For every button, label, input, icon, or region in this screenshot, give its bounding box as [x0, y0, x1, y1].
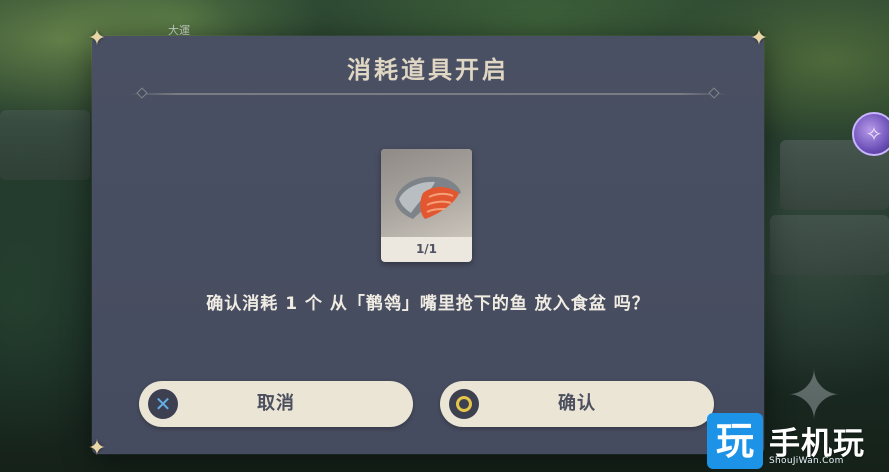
purple-orb-icon[interactable]: ✧	[852, 112, 889, 156]
item-card[interactable]: 1/1	[381, 149, 472, 262]
corner-ornament-icon: ✦	[87, 436, 107, 461]
title-divider	[128, 87, 728, 99]
item-count: 1/1	[415, 242, 438, 256]
confirm-message: 确认消耗 1 个 从「鹡鸰」嘴里抢下的鱼 放入食盆 吗？	[206, 294, 650, 314]
scene-rock	[0, 110, 90, 180]
confirm-button-label: 确认	[558, 393, 596, 414]
cancel-button-label: 取消	[257, 393, 295, 414]
consume-item-dialog: ✦ ✦ ✦ 消耗道具开启 1/1 确认消耗 1 个 从「鹡鸰」嘴里抢下的鱼 放入…	[88, 28, 768, 460]
item-art	[381, 149, 472, 237]
watermark-url: ShouJiWan.Com	[769, 456, 844, 466]
dialog-title: 消耗道具开启	[347, 56, 509, 84]
scene-rock	[770, 215, 889, 275]
fish-fillet-icon	[395, 176, 461, 219]
corner-ornament-icon: ✦	[749, 26, 769, 51]
watermark-logo: 玩	[707, 413, 763, 469]
divider-ornament	[708, 87, 720, 99]
site-watermark: 玩 手机玩 ShouJiWan.Com	[707, 410, 889, 472]
confirm-button[interactable]: 确认	[440, 381, 714, 427]
cancel-button[interactable]: ✕ 取消	[139, 381, 413, 427]
corner-ornament-icon: ✦	[87, 26, 107, 51]
divider-ornament	[136, 87, 148, 99]
